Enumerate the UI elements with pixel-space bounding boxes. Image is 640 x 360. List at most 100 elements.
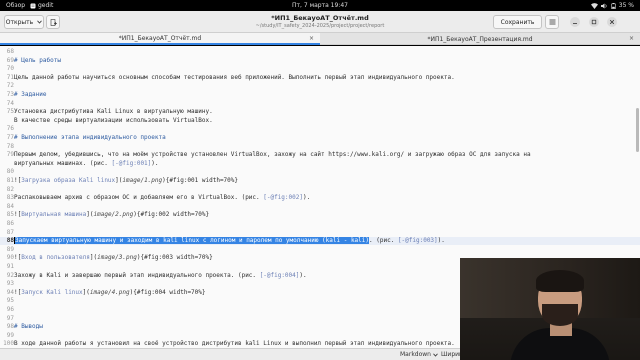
- text-segment: # Выполнение этапа индивидуального проек…: [14, 134, 166, 141]
- editor-line[interactable]: 78: [0, 143, 640, 151]
- line-number: 71: [6, 73, 14, 81]
- line-number: 80: [6, 168, 14, 176]
- editor-line[interactable]: 68: [0, 48, 640, 56]
- line-text: ![Вход в пользователя](image/3.png){#fig…: [14, 254, 213, 262]
- webcam-person-hair: [536, 270, 584, 292]
- line-text: В ходе данной работы я установил на своё…: [14, 340, 455, 348]
- line-text: Первым делом, убедившись, что на моём ус…: [14, 151, 531, 159]
- editor-line[interactable]: 80: [0, 168, 640, 176]
- line-number: 91: [6, 263, 14, 270]
- editor-line[interactable]: 77 # Выполнение этапа индивидуального про…: [0, 134, 640, 142]
- minimize-button[interactable]: [570, 17, 580, 27]
- editor-line[interactable]: 83 Распаковываем архив с образом ОС и доб…: [0, 194, 640, 202]
- text-segment: ).: [303, 194, 311, 202]
- line-number: 95: [6, 297, 14, 305]
- text-segment: ).: [437, 237, 445, 245]
- editor-line[interactable]: 84: [0, 203, 640, 211]
- text-segment: [-@fig:002]: [263, 194, 303, 202]
- text-segment: ){#fig:003 width=70%}: [136, 254, 213, 262]
- editor-line[interactable]: 76: [0, 125, 640, 133]
- text-segment: # Выводы: [14, 323, 43, 331]
- text-segment: [-@fig:003]: [397, 237, 438, 245]
- text-segment: Первым делом, убедившись, что на моём ус…: [14, 151, 531, 159]
- text-segment: Запуск Kali linux: [21, 288, 83, 296]
- tab-close-icon[interactable]: ×: [629, 35, 634, 42]
- window-subtitle: ~/study/IT_safety_2024-2025/project/proj…: [255, 23, 385, 29]
- line-number: 98: [6, 323, 14, 331]
- text-segment: # Цель работы: [14, 56, 61, 64]
- webcam-overlay: [460, 258, 640, 360]
- editor-line[interactable]: В качестве среды виртуализации использов…: [0, 117, 640, 125]
- window-header-bar: Открыть *ИП1_БекауоАТ_Отчёт.md ~/study/I…: [0, 11, 640, 33]
- volume-icon: [600, 3, 607, 8]
- editor-line[interactable]: 89: [0, 246, 640, 254]
- text-segment: виртуальных машинах. (рис.: [14, 159, 112, 167]
- editor-line[interactable]: 82: [0, 186, 640, 194]
- line-number: 92: [6, 271, 14, 279]
- line-number: 84: [6, 202, 14, 210]
- text-segment: ).: [151, 159, 159, 167]
- editor-line[interactable]: 75 Установка дистрибутива Kali Linux в ви…: [0, 108, 640, 116]
- tab-presentation[interactable]: *ИП1_БекауоАТ_Презентация.md ×: [320, 33, 640, 45]
- chevron-down-icon: [433, 353, 438, 357]
- tab-label: *ИП1_БекауоАТ_Презентация.md: [427, 35, 533, 43]
- editor-line[interactable]: 69 # Цель работы: [0, 57, 640, 65]
- selected-text: Запускаем виртуальную машину и заходим в…: [15, 237, 370, 245]
- save-button[interactable]: Сохранить: [493, 15, 542, 29]
- line-number: 94: [6, 288, 14, 296]
- editor-line[interactable]: 79 Первым делом, убедившись, что на моём …: [0, 151, 640, 159]
- line-number: 99: [6, 331, 14, 339]
- clock[interactable]: Пт, 7 марта 19:47: [0, 2, 640, 9]
- line-number: 86: [6, 220, 14, 227]
- line-text: Распаковываем архив с образом ОС и добав…: [14, 194, 310, 202]
- maximize-button[interactable]: [589, 17, 599, 27]
- system-tray[interactable]: 35 %: [590, 2, 634, 9]
- editor-line[interactable]: 73 # Задание: [0, 91, 640, 99]
- editor-line[interactable]: 86: [0, 220, 640, 228]
- line-number: 82: [6, 185, 14, 193]
- tab-close-icon[interactable]: ×: [309, 35, 314, 42]
- text-segment: Вход в пользователя: [21, 254, 90, 262]
- text-segment: image/2.png: [93, 211, 134, 219]
- line-number: 69: [6, 56, 14, 64]
- text-segment: Распаковываем архив с образом ОС и добав…: [14, 194, 264, 202]
- editor-line[interactable]: виртуальных машинах. (рис. [-@fig:001]).: [0, 160, 640, 168]
- line-number: 79: [6, 151, 14, 159]
- window-title: *ИП1_БекауоАТ_Отчёт.md: [271, 14, 369, 22]
- line-number: 96: [6, 306, 14, 313]
- line-number: 68: [6, 48, 14, 55]
- language-selector[interactable]: Markdown: [400, 351, 438, 358]
- line-number: 77: [6, 134, 14, 141]
- battery-icon: [610, 2, 616, 9]
- editor-line[interactable]: 74: [0, 100, 640, 108]
- editor-line[interactable]: 87: [0, 229, 640, 237]
- text-segment: Установка дистрибутива Kali Linux в вирт…: [14, 108, 213, 116]
- editor-line[interactable]: 72: [0, 82, 640, 90]
- editor-line-current[interactable]: 88 Запускаем виртуальную машину и заходим…: [0, 237, 640, 246]
- line-number: 88: [6, 237, 14, 245]
- editor-line[interactable]: 70: [0, 65, 640, 73]
- editor-line[interactable]: 81 ![Загрузка образа Kali linux](image/1.…: [0, 177, 640, 185]
- line-text: Установка дистрибутива Kali Linux в вирт…: [14, 108, 213, 116]
- line-text: виртуальных машинах. (рис. [-@fig:001]).: [14, 160, 159, 168]
- text-segment: [-@fig:001]: [111, 159, 152, 167]
- hamburger-menu-button[interactable]: [545, 15, 559, 29]
- language-label: Markdown: [400, 351, 431, 358]
- text-segment: image/1.png: [122, 177, 163, 184]
- text-segment: [-@fig:004]: [259, 271, 300, 279]
- text-segment: В ходе данной работы я установил на своё…: [14, 340, 455, 348]
- text-segment: В качестве среды виртуализации использов…: [14, 116, 213, 124]
- battery-percent: 35 %: [618, 2, 634, 9]
- text-segment: Загрузка образа Kali linux: [21, 177, 116, 184]
- editor-line[interactable]: 85 ![Виртуальная машина](image/2.png){#fi…: [0, 211, 640, 219]
- text-segment: Виртуальная машина: [21, 211, 87, 219]
- line-number: 81: [6, 177, 14, 184]
- line-number: 76: [6, 125, 14, 133]
- editor-line[interactable]: 71 Цель данной работы научиться основным …: [0, 74, 640, 82]
- close-window-button[interactable]: [607, 17, 617, 27]
- line-text: ![Запуск Kali linux](image/4.png){#fig:0…: [14, 289, 206, 297]
- text-segment: Цель данной работы научиться основным сп…: [14, 73, 455, 81]
- tab-report[interactable]: *ИП1_БекауоАТ_Отчёт.md ×: [0, 33, 320, 45]
- line-text: # Выполнение этапа индивидуального проек…: [14, 134, 166, 142]
- text-segment: ){#fig:002 width=70%}: [133, 211, 210, 219]
